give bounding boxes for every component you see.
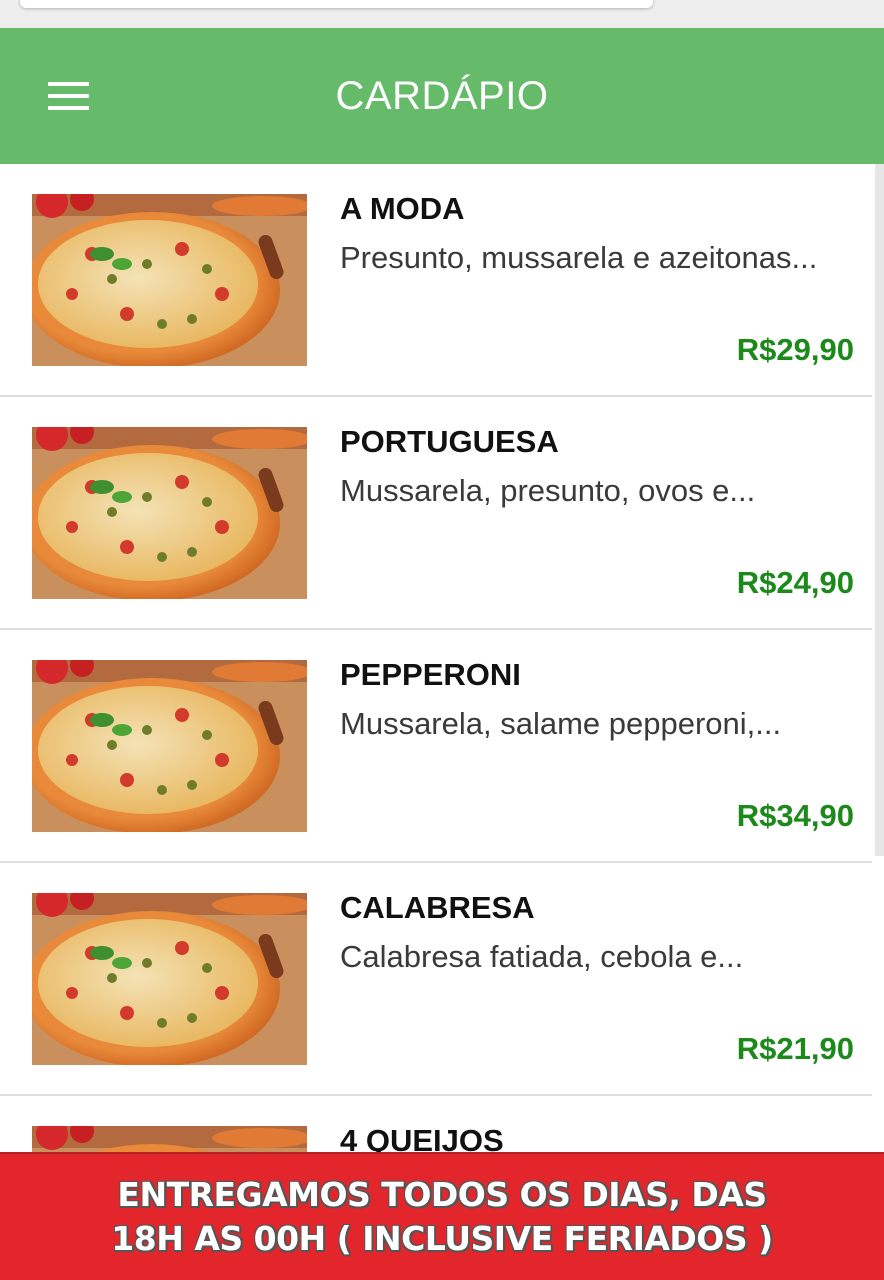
menu-item[interactable]: PEPPERONI Mussarela, salame pepperoni,..… xyxy=(0,630,872,863)
pizza-photo xyxy=(32,1126,307,1152)
pizza-photo xyxy=(32,893,307,1065)
item-description: Presunto, mussarela e azeitonas... xyxy=(340,240,818,275)
item-price: R$24,90 xyxy=(736,565,854,600)
item-name: PORTUGUESA xyxy=(340,424,559,459)
menu-item[interactable]: CALABRESA Calabresa fatiada, cebola e...… xyxy=(0,863,872,1096)
item-description: Mussarela, salame pepperoni,... xyxy=(340,706,782,741)
banner-line-2: 18H AS 00H ( INCLUSIVE FERIADOS ) xyxy=(111,1219,773,1258)
item-name: 4 QUEIJOS xyxy=(340,1123,504,1152)
item-description: Calabresa fatiada, cebola e... xyxy=(340,939,744,974)
pizza-photo xyxy=(32,660,307,832)
pizza-photo xyxy=(32,194,307,366)
item-price: R$29,90 xyxy=(736,332,854,367)
item-name: CALABRESA xyxy=(340,890,535,925)
delivery-hours-banner: ENTREGAMOS TODOS OS DIAS, DAS 18H AS 00H… xyxy=(0,1152,884,1280)
banner-line-1: ENTREGAMOS TODOS OS DIAS, DAS xyxy=(117,1175,767,1214)
item-price: R$34,90 xyxy=(736,798,854,833)
item-name: PEPPERONI xyxy=(340,657,521,692)
item-price: R$21,90 xyxy=(736,1031,854,1066)
address-bar[interactable] xyxy=(20,0,653,8)
menu-item[interactable]: A MODA Presunto, mussarela e azeitonas..… xyxy=(0,164,872,397)
scrollbar[interactable] xyxy=(875,164,884,856)
item-description: Mussarela, presunto, ovos e... xyxy=(340,473,756,508)
menu-item[interactable]: PORTUGUESA Mussarela, presunto, ovos e..… xyxy=(0,397,872,630)
menu-list[interactable]: A MODA Presunto, mussarela e azeitonas..… xyxy=(0,164,884,1152)
menu-item[interactable]: 4 QUEIJOS xyxy=(0,1096,872,1152)
app-bar: CARDÁPIO xyxy=(0,28,884,164)
item-name: A MODA xyxy=(340,191,465,226)
page-title: CARDÁPIO xyxy=(335,74,549,118)
browser-top-bar xyxy=(0,0,884,28)
pizza-photo xyxy=(32,427,307,599)
